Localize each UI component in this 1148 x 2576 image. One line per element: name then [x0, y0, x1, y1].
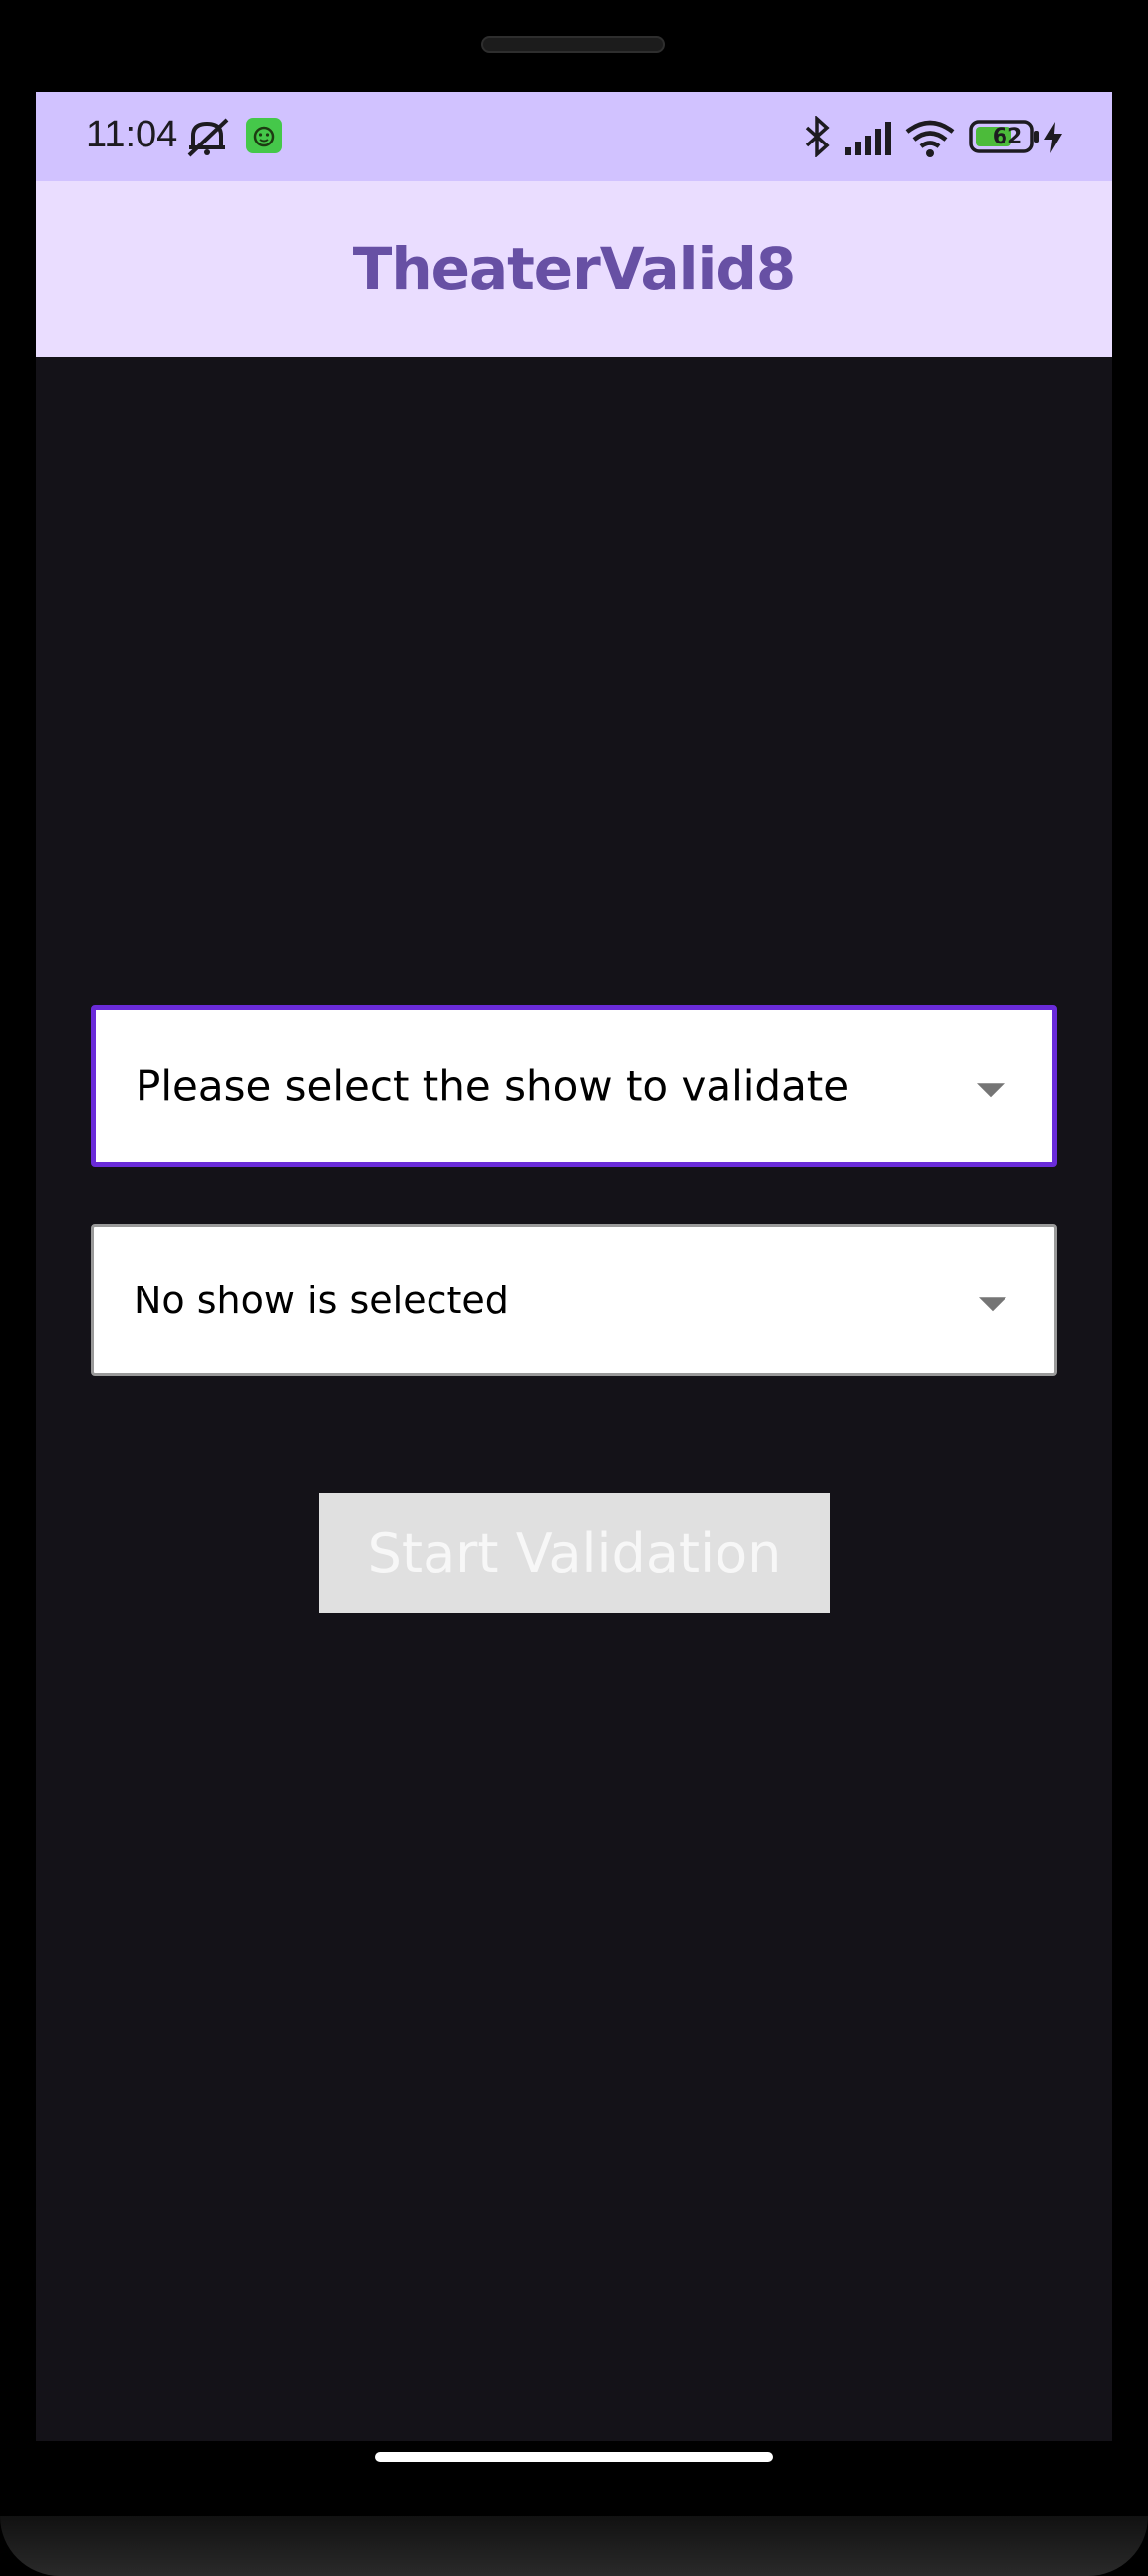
battery-level-text: 62 [992, 125, 1023, 149]
status-bar: 11:04 62 [36, 92, 1112, 181]
show-select-dropdown[interactable]: Please select the show to validate [91, 1005, 1057, 1167]
home-indicator[interactable] [375, 2452, 773, 2462]
signal-icon [845, 122, 895, 159]
app-bar: TheaterValid8 [36, 181, 1112, 357]
selected-show-label: No show is selected [134, 1278, 509, 1322]
app-notification-icon [246, 118, 282, 157]
wifi-icon [905, 120, 955, 161]
phone-frame: 11:04 62 TheaterValid8 Please select the… [0, 0, 1148, 2576]
charging-icon [1042, 122, 1064, 157]
screen: 11:04 62 TheaterValid8 Please select the… [36, 92, 1112, 2441]
chevron-down-icon [977, 1083, 1004, 1098]
show-select-label: Please select the show to validate [136, 1061, 850, 1111]
bluetooth-icon [803, 115, 833, 161]
chevron-down-icon [979, 1296, 1006, 1311]
app-title: TheaterValid8 [352, 235, 796, 303]
mute-icon [185, 118, 231, 161]
start-validation-button[interactable]: Start Validation [319, 1493, 830, 1613]
earpiece-speaker [481, 36, 665, 53]
phone-bottom-bezel [0, 2516, 1148, 2576]
status-time: 11:04 [86, 114, 178, 155]
selected-show-dropdown[interactable]: No show is selected [91, 1224, 1057, 1376]
